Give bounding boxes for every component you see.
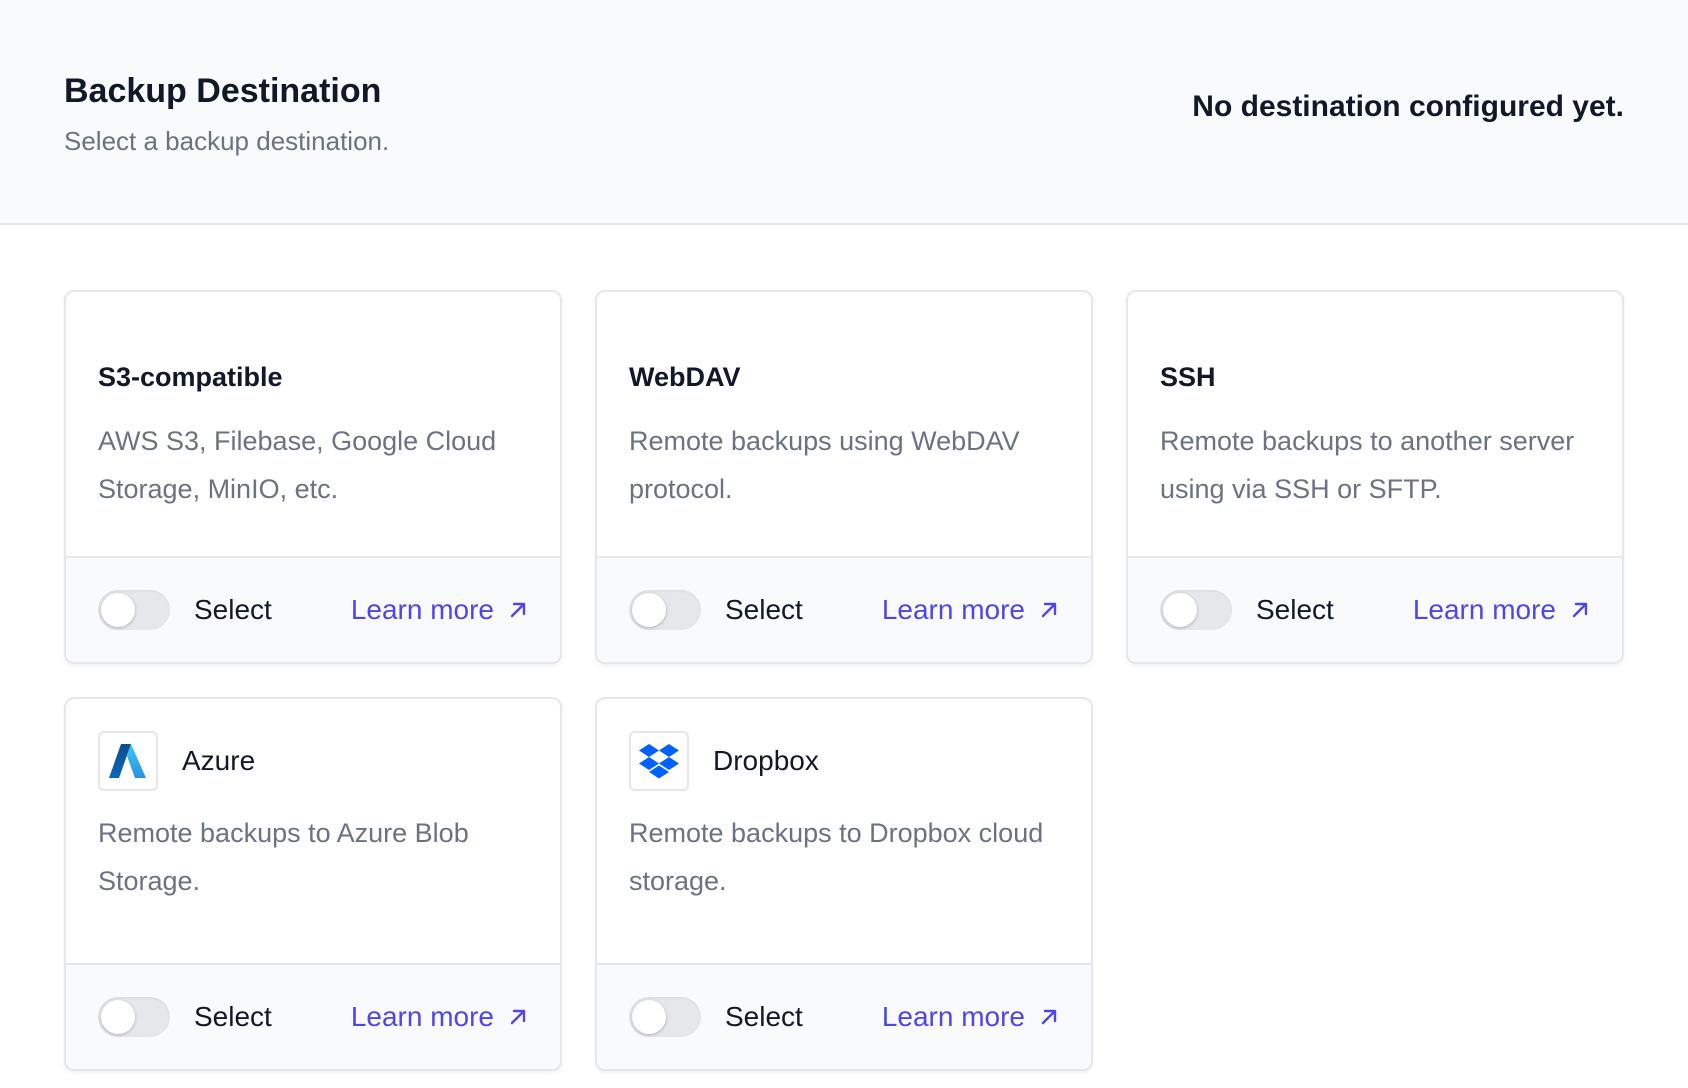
- toggle-knob: [101, 1000, 135, 1034]
- card-body: SSH Remote backups to another server usi…: [1128, 292, 1622, 556]
- arrow-up-right-icon: [508, 1007, 528, 1027]
- azure-logo-icon: [98, 731, 158, 791]
- card-header: Azure: [98, 731, 255, 791]
- card-description: AWS S3, Filebase, Google Cloud Storage, …: [98, 426, 497, 504]
- card-description: Remote backups to Azure Blob Storage.: [98, 818, 469, 896]
- learn-more-label: Learn more: [1412, 594, 1556, 625]
- arrow-up-right-icon: [1039, 600, 1059, 620]
- destination-grid: S3-compatible AWS S3, Filebase, Google C…: [64, 290, 1624, 1071]
- status-message: No destination configured yet.: [1192, 90, 1624, 123]
- page-title: Backup Destination: [64, 72, 382, 110]
- arrow-up-right-icon: [1570, 600, 1590, 620]
- card-header: Dropbox: [629, 731, 819, 791]
- toggle-knob: [632, 593, 666, 627]
- learn-more-link-webdav[interactable]: Learn more: [882, 594, 1059, 626]
- destination-card-azure: Azure Remote backups to Azure Blob Stora…: [64, 697, 562, 1071]
- card-title: WebDAV: [629, 362, 741, 392]
- destination-card-webdav: WebDAV Remote backups using WebDAV proto…: [595, 290, 1093, 664]
- card-title: Dropbox: [713, 745, 819, 776]
- arrow-up-right-icon: [1039, 1007, 1059, 1027]
- destination-card-s3: S3-compatible AWS S3, Filebase, Google C…: [64, 290, 562, 664]
- card-description: Remote backups using WebDAV protocol.: [629, 426, 1020, 504]
- card-description: Remote backups to Dropbox cloud storage.: [629, 818, 1044, 896]
- card-title: Azure: [182, 745, 256, 776]
- card-footer: Select Learn more: [1128, 556, 1622, 662]
- learn-more-link-ssh[interactable]: Learn more: [1413, 594, 1590, 626]
- arrow-up-right-icon: [508, 600, 528, 620]
- learn-more-link-azure[interactable]: Learn more: [351, 1001, 528, 1033]
- select-toggle-ssh[interactable]: [1160, 590, 1232, 630]
- select-toggle-s3[interactable]: [98, 590, 170, 630]
- card-body: WebDAV Remote backups using WebDAV proto…: [597, 292, 1091, 556]
- learn-more-label: Learn more: [881, 1001, 1025, 1032]
- card-body: Dropbox Remote backups to Dropbox cloud …: [597, 699, 1091, 963]
- card-description: Remote backups to another server using v…: [1160, 426, 1575, 504]
- learn-more-label: Learn more: [350, 594, 494, 625]
- learn-more-link-s3[interactable]: Learn more: [351, 594, 528, 626]
- card-title: S3-compatible: [98, 362, 283, 392]
- learn-more-label: Learn more: [350, 1001, 494, 1032]
- select-toggle-azure[interactable]: [98, 997, 170, 1037]
- select-toggle-webdav[interactable]: [629, 590, 701, 630]
- learn-more-link-dropbox[interactable]: Learn more: [882, 1001, 1059, 1033]
- toggle-knob: [101, 593, 135, 627]
- destination-card-dropbox: Dropbox Remote backups to Dropbox cloud …: [595, 697, 1093, 1071]
- card-body: Azure Remote backups to Azure Blob Stora…: [66, 699, 560, 963]
- select-toggle-dropbox[interactable]: [629, 997, 701, 1037]
- card-footer: Select Learn more: [66, 556, 560, 662]
- select-label: Select: [725, 1001, 803, 1032]
- card-title: SSH: [1160, 362, 1216, 392]
- toggle-knob: [632, 1000, 666, 1034]
- card-footer: Select Learn more: [597, 556, 1091, 662]
- card-footer: Select Learn more: [66, 963, 560, 1069]
- select-label: Select: [1256, 594, 1334, 625]
- select-label: Select: [725, 594, 803, 625]
- dropbox-logo-icon: [629, 731, 689, 791]
- toggle-knob: [1163, 593, 1197, 627]
- card-footer: Select Learn more: [597, 963, 1091, 1069]
- select-label: Select: [194, 594, 272, 625]
- page-subtitle: Select a backup destination.: [64, 126, 390, 156]
- destination-card-ssh: SSH Remote backups to another server usi…: [1126, 290, 1624, 664]
- page-header: Backup Destination Select a backup desti…: [0, 0, 1688, 225]
- select-label: Select: [194, 1001, 272, 1032]
- card-body: S3-compatible AWS S3, Filebase, Google C…: [66, 292, 560, 556]
- learn-more-label: Learn more: [881, 594, 1025, 625]
